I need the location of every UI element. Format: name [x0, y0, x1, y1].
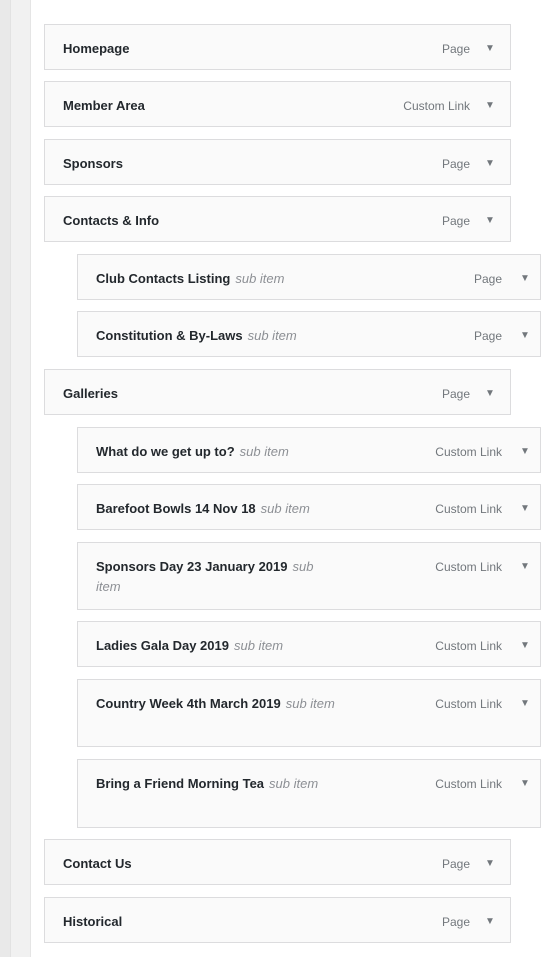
- menu-item-title: Constitution & By-Laws: [96, 328, 243, 343]
- menu-item-title: Country Week 4th March 2019: [96, 696, 281, 711]
- menu-item-contacts-info[interactable]: Contacts & Info Page ▼: [44, 196, 511, 242]
- menu-item-title-wrap: Ladies Gala Day 2019 sub item: [96, 636, 336, 656]
- menu-item-constitution-by-laws[interactable]: Constitution & By-Laws sub item Page ▼: [77, 311, 541, 357]
- menu-item-type: Custom Link: [435, 560, 502, 574]
- menu-item-type: Custom Link: [435, 697, 502, 711]
- menu-item-homepage[interactable]: Homepage Page ▼: [44, 24, 511, 70]
- triangle-down-icon[interactable]: ▼: [483, 211, 497, 231]
- triangle-down-icon[interactable]: ▼: [483, 154, 497, 174]
- menu-item-title: Historical: [63, 914, 123, 929]
- menu-item-historical[interactable]: Historical Page ▼: [44, 897, 511, 943]
- triangle-down-icon[interactable]: ▼: [518, 774, 532, 794]
- sub-item-label: sub item: [247, 328, 297, 343]
- menu-item-title-wrap: Contacts & Info: [63, 211, 303, 231]
- menu-item-type: Custom Link: [403, 99, 470, 113]
- menu-item-title-wrap: Member Area: [63, 96, 303, 116]
- menu-item-title-wrap: Club Contacts Listing sub item: [96, 269, 336, 289]
- triangle-down-icon[interactable]: ▼: [518, 499, 532, 519]
- menu-item-title-wrap: What do we get up to? sub item: [96, 442, 336, 462]
- sub-item-label: sub item: [269, 776, 319, 791]
- triangle-down-icon[interactable]: ▼: [483, 854, 497, 874]
- menu-item-type: Page: [441, 42, 470, 56]
- menu-item-type: Custom Link: [435, 639, 502, 653]
- menu-item-type: Custom Link: [435, 502, 502, 516]
- menu-item-type: Page: [473, 329, 502, 343]
- triangle-down-icon[interactable]: ▼: [518, 694, 532, 714]
- admin-left-strip: [0, 0, 11, 957]
- menu-item-what-do-we-get-up-to[interactable]: What do we get up to? sub item Custom Lin…: [77, 427, 541, 473]
- sub-item-label: sub item: [260, 501, 310, 516]
- menu-item-title-wrap: Sponsors Day 23 January 2019 sub item: [96, 557, 336, 597]
- menu-item-title: Homepage: [63, 41, 130, 56]
- triangle-down-icon[interactable]: ▼: [518, 442, 532, 462]
- menu-item-type: Custom Link: [435, 777, 502, 791]
- menu-item-contact-us[interactable]: Contact Us Page ▼: [44, 839, 511, 885]
- menu-item-title: Ladies Gala Day 2019: [96, 638, 229, 653]
- triangle-down-icon[interactable]: ▼: [518, 326, 532, 346]
- menu-item-title: Contact Us: [63, 856, 132, 871]
- menu-item-type: Page: [441, 915, 470, 929]
- menu-item-member-area[interactable]: Member Area Custom Link ▼: [44, 81, 511, 127]
- menu-item-country-week[interactable]: Country Week 4th March 2019 sub item Cust…: [77, 679, 541, 747]
- menu-item-title-wrap: Constitution & By-Laws sub item: [96, 326, 336, 346]
- menu-item-title: Club Contacts Listing: [96, 271, 231, 286]
- menu-item-title: Contacts & Info: [63, 213, 160, 228]
- menu-item-ladies-gala-day[interactable]: Ladies Gala Day 2019 sub item Custom Link…: [77, 621, 541, 667]
- menu-item-title-wrap: Contact Us: [63, 854, 303, 874]
- menu-item-barefoot-bowls[interactable]: Barefoot Bowls 14 Nov 18 sub item Custom …: [77, 484, 541, 530]
- menu-item-title-wrap: Sponsors: [63, 154, 303, 174]
- menu-item-title: Barefoot Bowls 14 Nov 18: [96, 501, 256, 516]
- menu-item-title-wrap: Barefoot Bowls 14 Nov 18 sub item: [96, 499, 336, 519]
- menu-item-title: Galleries: [63, 386, 118, 401]
- menu-item-galleries[interactable]: Galleries Page ▼: [44, 369, 511, 415]
- sub-item-label: sub item: [239, 444, 289, 459]
- menu-item-title: Bring a Friend Morning Tea: [96, 776, 265, 791]
- menu-item-type: Page: [441, 857, 470, 871]
- menu-item-type: Page: [441, 214, 470, 228]
- menu-item-title: Sponsors Day 23 January 2019: [96, 559, 288, 574]
- sub-item-label: sub item: [285, 696, 335, 711]
- menu-item-club-contacts-listing[interactable]: Club Contacts Listing sub item Page ▼: [77, 254, 541, 300]
- menu-item-type: Page: [473, 272, 502, 286]
- triangle-down-icon[interactable]: ▼: [518, 636, 532, 656]
- menu-item-type: Custom Link: [435, 445, 502, 459]
- menu-item-sponsors[interactable]: Sponsors Page ▼: [44, 139, 511, 185]
- menu-item-title-wrap: Bring a Friend Morning Tea sub item: [96, 774, 336, 794]
- menu-item-title-wrap: Country Week 4th March 2019 sub item: [96, 694, 336, 714]
- sub-item-label: sub item: [233, 638, 284, 653]
- triangle-down-icon[interactable]: ▼: [518, 269, 532, 289]
- menu-item-title: Member Area: [63, 98, 145, 113]
- menu-item-title-wrap: Galleries: [63, 384, 303, 404]
- menu-item-bring-a-friend[interactable]: Bring a Friend Morning Tea sub item Custo…: [77, 759, 541, 828]
- menu-item-title-wrap: Historical: [63, 912, 303, 932]
- menu-item-title: What do we get up to?: [96, 444, 235, 459]
- menu-item-type: Page: [441, 157, 470, 171]
- triangle-down-icon[interactable]: ▼: [518, 557, 532, 577]
- menu-item-title-wrap: Homepage: [63, 39, 303, 59]
- menu-item-sponsors-day[interactable]: Sponsors Day 23 January 2019 sub item Cus…: [77, 542, 541, 610]
- menu-item-title: Sponsors: [63, 156, 123, 171]
- triangle-down-icon[interactable]: ▼: [483, 384, 497, 404]
- triangle-down-icon[interactable]: ▼: [483, 39, 497, 59]
- triangle-down-icon[interactable]: ▼: [483, 912, 497, 932]
- triangle-down-icon[interactable]: ▼: [483, 96, 497, 116]
- menu-item-type: Page: [441, 387, 470, 401]
- sub-item-label: sub item: [235, 271, 285, 286]
